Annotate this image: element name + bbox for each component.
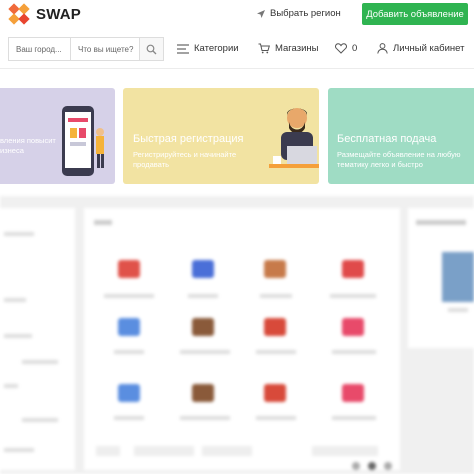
nav-cabinet[interactable]: Личный кабинет	[377, 43, 464, 54]
man-laptop-illustration-icon	[269, 108, 319, 168]
logo[interactable]: SWAP	[8, 3, 81, 25]
nav-cabinet-label: Личный кабинет	[393, 43, 465, 54]
banner-3-subtitle: Размещайте объявление на любую тематику …	[337, 150, 461, 169]
nav-categories[interactable]: Категории	[177, 43, 239, 54]
promo-banner-1[interactable]: вления повысит изнеса	[0, 88, 115, 184]
cart-icon	[258, 43, 270, 54]
location-arrow-icon	[257, 9, 265, 18]
heart-icon	[335, 43, 347, 54]
banner-3-title: Бесплатная подача	[337, 133, 437, 145]
nav-categories-label: Категории	[194, 43, 239, 54]
header-divider	[0, 68, 474, 69]
banner-2-title: Быстрая регистрация	[133, 133, 244, 145]
menu-icon	[177, 43, 189, 54]
promo-banner-registration[interactable]: Быстрая регистрация Регистрируйтесь и на…	[123, 88, 319, 184]
search-button[interactable]	[139, 38, 163, 60]
banner-2-subtitle: Регистрируйтесь и начинайте продавать	[133, 150, 237, 169]
banner-1-subtitle: вления повысит изнеса	[0, 136, 56, 155]
favorites-count: 0	[352, 43, 358, 54]
search-input[interactable]: Что вы ищете?	[71, 38, 139, 60]
categories-panel	[84, 208, 400, 470]
add-listing-button[interactable]: Добавить объявление	[362, 3, 468, 25]
nav-row: Ваш город... Что вы ищете? Категории Маг…	[0, 37, 474, 63]
swap-logo-icon	[8, 3, 30, 25]
region-label: Выбрать регион	[270, 8, 341, 19]
search-icon	[146, 44, 157, 54]
recent-listings-panel	[408, 208, 474, 348]
promo-banner-free-posting[interactable]: Бесплатная подача Размещайте объявление …	[328, 88, 474, 184]
nav-shops-label: Магазины	[275, 43, 319, 54]
region-selector[interactable]: Выбрать регион	[256, 8, 341, 19]
left-sidebar	[0, 208, 75, 470]
user-icon	[377, 43, 388, 54]
city-input[interactable]: Ваш город...	[9, 38, 71, 60]
nav-shops[interactable]: Магазины	[258, 43, 318, 54]
search-form: Ваш город... Что вы ищете?	[8, 37, 164, 61]
top-bar: SWAP Выбрать регион Добавить объявление	[0, 0, 474, 30]
content-area-blurred	[0, 196, 474, 474]
logo-text: SWAP	[36, 5, 81, 23]
phone-shopping-illustration-icon	[62, 106, 104, 176]
nav-favorites[interactable]: 0	[335, 43, 357, 54]
